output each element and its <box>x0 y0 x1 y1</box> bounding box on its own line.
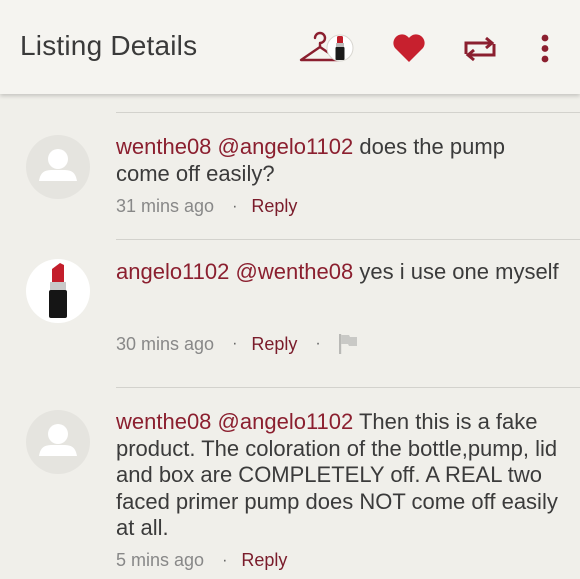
divider <box>116 387 580 388</box>
page-title: Listing Details <box>20 30 198 61</box>
comment-mention[interactable]: @angelo1102 <box>218 409 354 434</box>
comment-text: wenthe08 @angelo1102 Then this is a fake… <box>116 409 564 542</box>
comment-body: yes i use one myself <box>353 259 559 284</box>
placeholder-avatar-icon <box>39 149 77 181</box>
comment-text: angelo1102 @wenthe08 yes i use one mysel… <box>116 259 561 286</box>
flag-icon[interactable] <box>337 333 359 355</box>
lipstick-avatar-icon <box>49 263 67 318</box>
heart-icon[interactable] <box>392 33 426 63</box>
reply-link[interactable]: Reply <box>251 196 297 217</box>
avatar[interactable] <box>26 259 90 323</box>
comment-mention[interactable]: @angelo1102 <box>218 134 354 159</box>
app-header: Listing Details <box>0 0 580 94</box>
placeholder-avatar-icon <box>39 424 77 456</box>
separator-dot: · <box>232 197 238 215</box>
comment-timestamp: 5 mins ago <box>116 550 205 570</box>
avatar[interactable] <box>26 135 90 199</box>
reply-link[interactable]: Reply <box>241 550 287 571</box>
more-icon[interactable] <box>538 34 552 64</box>
separator-dot: · <box>222 551 228 569</box>
comment-meta: 30 mins ago · Reply · <box>116 333 359 355</box>
comment-timestamp: 31 mins ago <box>116 196 215 216</box>
share-icon[interactable] <box>461 35 499 63</box>
comment-username[interactable]: angelo1102 <box>116 259 229 284</box>
separator-dot: · <box>315 335 321 352</box>
comment-username[interactable]: wenthe08 <box>116 134 211 159</box>
comment-meta: 5 mins ago · Reply <box>116 550 287 571</box>
separator-dot: · <box>232 335 238 352</box>
hanger-icon[interactable] <box>298 28 358 66</box>
comment-timestamp: 30 mins ago <box>116 333 215 354</box>
comment-username[interactable]: wenthe08 <box>116 409 211 434</box>
reply-link[interactable]: Reply <box>251 334 297 355</box>
comment-meta: 31 mins ago · Reply <box>116 196 297 217</box>
divider <box>116 239 580 240</box>
comment-text: wenthe08 @angelo1102 does the pump come … <box>116 134 561 187</box>
divider <box>116 112 580 113</box>
avatar[interactable] <box>26 410 90 474</box>
comment-mention[interactable]: @wenthe08 <box>236 259 354 284</box>
